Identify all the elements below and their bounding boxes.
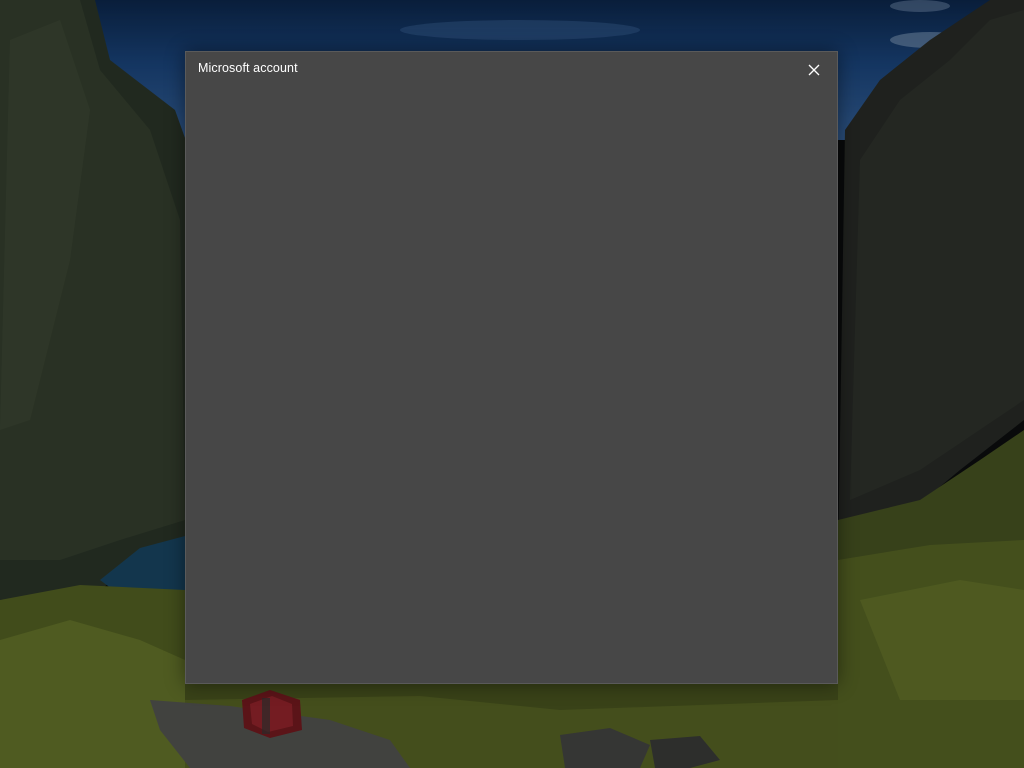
dialog-titlebar: Microsoft account: [186, 52, 837, 86]
close-icon: [808, 64, 820, 76]
lock-screen: Microsoft account: [0, 0, 1024, 768]
close-button[interactable]: [803, 60, 825, 80]
microsoft-account-dialog: Microsoft account: [185, 51, 838, 684]
dialog-title: Microsoft account: [198, 61, 298, 75]
dialog-content-area: [186, 86, 837, 683]
